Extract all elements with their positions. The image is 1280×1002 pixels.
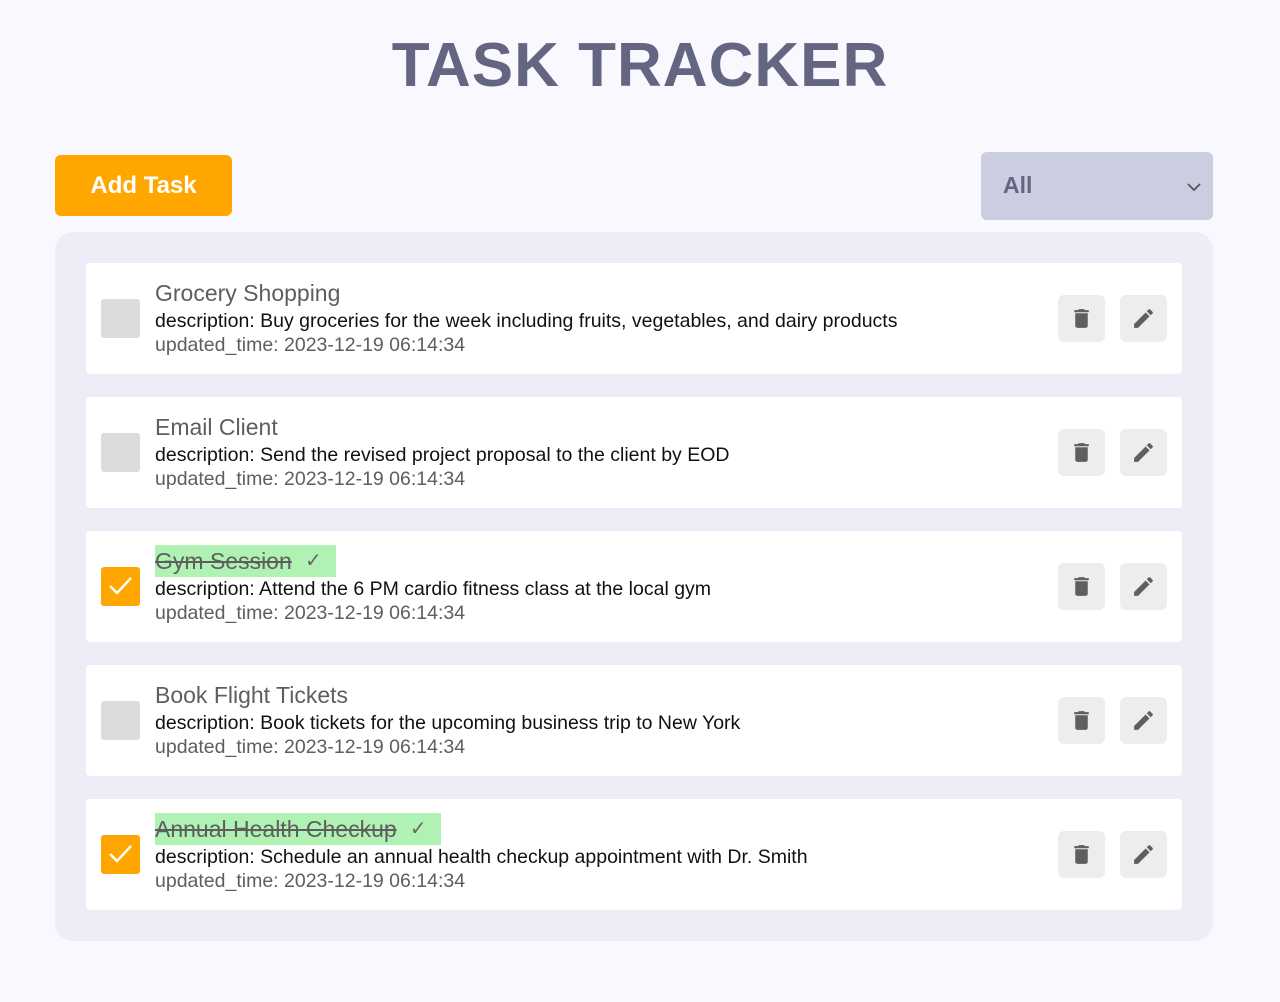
task-updated-time: updated_time: 2023-12-19 06:14:34 [155,468,466,490]
trash-icon [1074,845,1089,864]
pencil-icon [1134,845,1153,864]
task-card: Grocery Shopping description: Buy grocer… [86,263,1182,374]
task-updated-time: updated_time: 2023-12-19 06:14:34 [155,602,466,624]
chevron-down-icon [1187,179,1201,197]
completed-mark: ✓ [305,550,322,572]
pencil-icon [1134,443,1153,462]
edit-button[interactable] [1120,429,1167,476]
delete-button[interactable] [1058,697,1105,744]
task-title-text: Gym Session [155,548,292,574]
task-title: Gym Session ✓ [155,545,336,577]
pencil-icon [1134,577,1153,596]
edit-button[interactable] [1120,563,1167,610]
task-card: Book Flight Tickets description: Book ti… [86,665,1182,776]
status-filter-select[interactable]: All [981,152,1213,220]
delete-button[interactable] [1058,563,1105,610]
task-description: description: Book tickets for the upcomi… [155,712,741,734]
task-title-text: Annual Health Checkup [155,816,397,842]
pencil-icon [1134,711,1153,730]
task-checkbox[interactable] [101,701,140,740]
trash-icon [1074,711,1089,730]
task-description: description: Schedule an annual health c… [155,846,808,868]
task-checkbox[interactable] [101,835,140,874]
check-icon [109,845,132,863]
task-checkbox[interactable] [101,299,140,338]
delete-button[interactable] [1058,831,1105,878]
trash-icon [1074,309,1089,328]
pencil-icon [1134,309,1153,328]
task-updated-time: updated_time: 2023-12-19 06:14:34 [155,870,466,892]
trash-icon [1074,443,1089,462]
task-updated-time: updated_time: 2023-12-19 06:14:34 [155,334,466,356]
task-updated-time: updated_time: 2023-12-19 06:14:34 [155,736,466,758]
task-title: Book Flight Tickets [155,682,349,708]
page-title: TASK TRACKER [391,31,889,100]
task-title: Grocery Shopping [155,280,341,306]
edit-button[interactable] [1120,697,1167,744]
delete-button[interactable] [1058,295,1105,342]
task-card: Annual Health Checkup ✓ description: Sch… [86,799,1182,910]
trash-icon [1074,577,1089,596]
check-icon [109,577,132,595]
edit-button[interactable] [1120,831,1167,878]
task-checkbox[interactable] [101,567,140,606]
task-description: description: Send the revised project pr… [155,444,730,466]
task-list: Grocery Shopping description: Buy grocer… [55,232,1213,941]
task-title: Email Client [155,414,278,440]
task-title: Annual Health Checkup ✓ [155,813,441,845]
task-card: Gym Session ✓ description: Attend the 6 … [86,531,1182,642]
filter-selected-value: All [1003,172,1033,198]
add-task-button[interactable]: Add Task [55,155,232,216]
edit-button[interactable] [1120,295,1167,342]
delete-button[interactable] [1058,429,1105,476]
task-description: description: Attend the 6 PM cardio fitn… [155,578,712,600]
task-card: Email Client description: Send the revis… [86,397,1182,508]
completed-mark: ✓ [409,818,427,840]
task-checkbox[interactable] [101,433,140,472]
task-description: description: Buy groceries for the week … [155,310,898,332]
